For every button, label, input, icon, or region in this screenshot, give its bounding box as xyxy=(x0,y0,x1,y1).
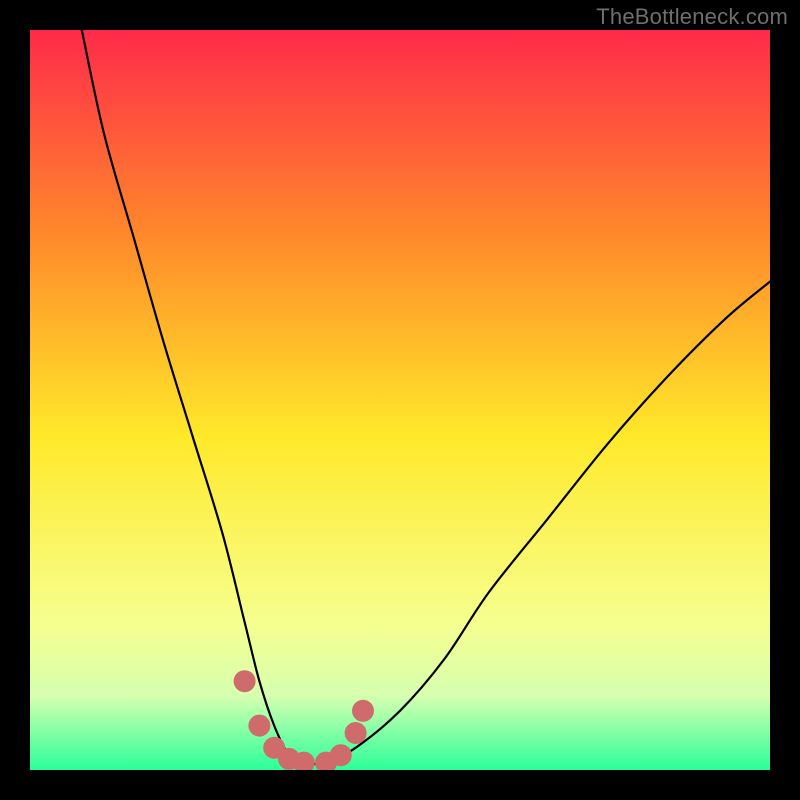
highlight-marker xyxy=(330,744,352,766)
highlight-marker xyxy=(345,722,367,744)
highlight-marker xyxy=(234,670,256,692)
watermark-text: TheBottleneck.com xyxy=(596,4,788,30)
plot-area xyxy=(30,30,770,770)
bottleneck-chart xyxy=(30,30,770,770)
chart-frame: TheBottleneck.com xyxy=(0,0,800,800)
gradient-background xyxy=(30,30,770,770)
highlight-marker xyxy=(248,715,270,737)
highlight-marker xyxy=(352,700,374,722)
